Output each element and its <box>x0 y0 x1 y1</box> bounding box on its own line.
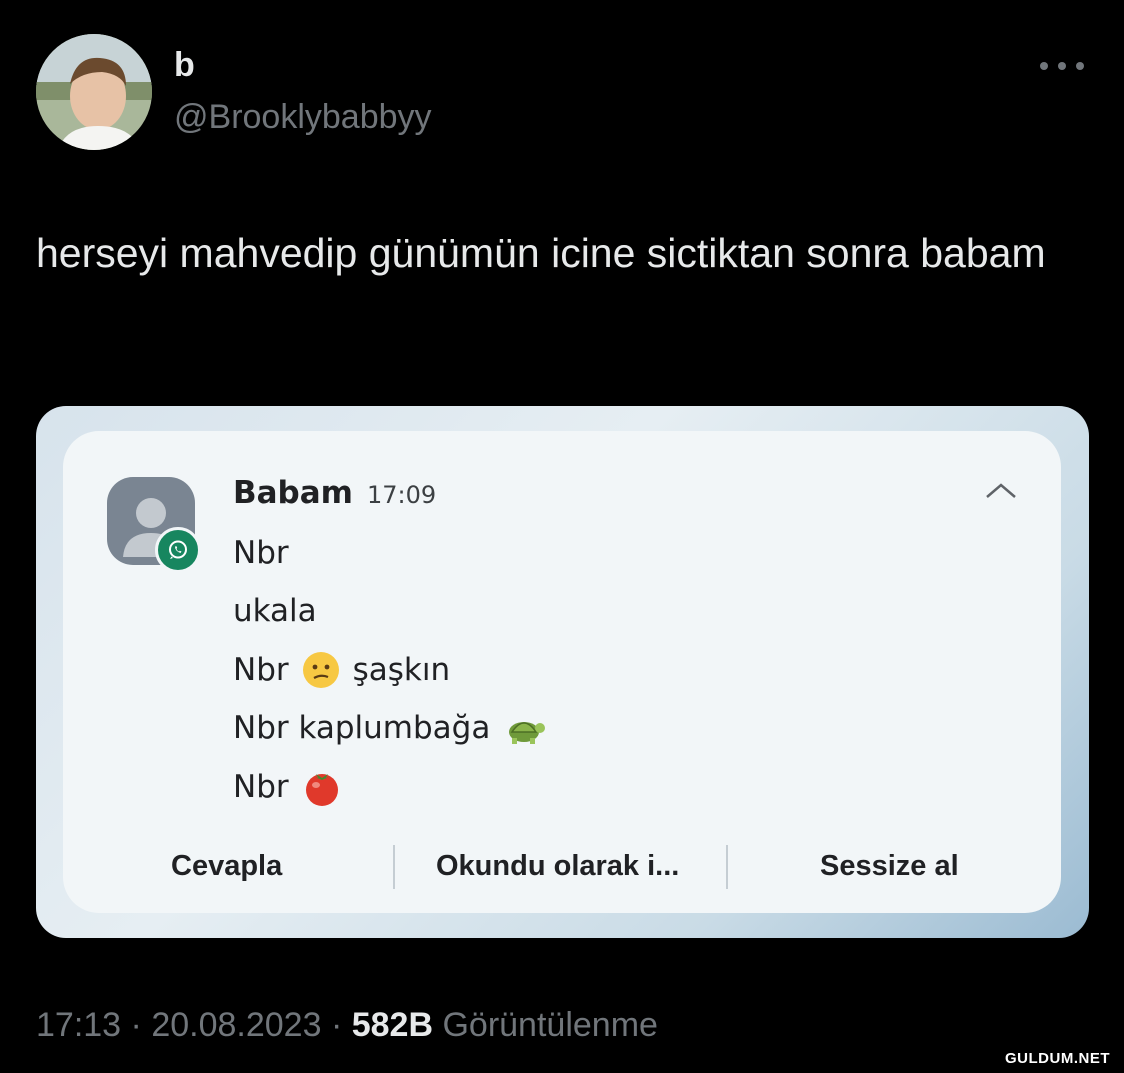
whatsapp-icon <box>155 527 201 573</box>
turtle-emoji-icon <box>509 722 546 744</box>
message-line: Nbr <box>233 535 289 571</box>
views-label: Görüntülenme <box>442 1006 658 1044</box>
separator: · <box>330 1006 343 1044</box>
message-line: ukala <box>233 593 317 629</box>
watermark: GULDUM.NET <box>999 1048 1116 1069</box>
message-line: Nbr kaplumbağa <box>233 708 548 748</box>
chevron-up-icon[interactable] <box>983 479 1019 503</box>
notification-sender: Babam <box>233 475 353 511</box>
reply-button[interactable]: Cevapla <box>171 841 282 891</box>
tomato-emoji-icon <box>305 774 338 806</box>
confused-face-emoji-icon <box>302 652 339 688</box>
tweet-date[interactable]: 20.08.2023 <box>151 1006 321 1044</box>
separator: · <box>130 1006 142 1044</box>
tweet-text: herseyi mahvedip günümün icine sictiktan… <box>36 230 1046 276</box>
tweet-media-image[interactable]: Babam 17:09 Nbr ukala Nbr şaşkın Nbr kap… <box>36 406 1089 938</box>
tweet-time[interactable]: 17:13 <box>36 1006 121 1044</box>
profile-avatar[interactable] <box>36 34 152 150</box>
more-options-icon[interactable] <box>1040 52 1084 80</box>
user-handle[interactable]: @Brooklybabbyy <box>174 98 432 137</box>
tweet-meta: 17:13 · 20.08.2023 · 582B Görüntülenme <box>36 1006 658 1045</box>
display-name[interactable]: b <box>174 46 195 85</box>
divider <box>726 845 728 889</box>
notification-time: 17:09 <box>367 481 437 509</box>
views-count: 582B <box>351 1006 434 1044</box>
divider <box>393 845 395 889</box>
mark-as-read-button[interactable]: Okundu olarak i... <box>436 841 679 891</box>
notification-actions: Cevapla Okundu olarak i... Sessize al <box>63 841 1061 891</box>
message-line: Nbr şaşkın <box>233 652 451 688</box>
message-line: Nbr <box>233 766 343 808</box>
mute-button[interactable]: Sessize al <box>820 841 959 891</box>
notification-card: Babam 17:09 Nbr ukala Nbr şaşkın Nbr kap… <box>63 431 1061 913</box>
